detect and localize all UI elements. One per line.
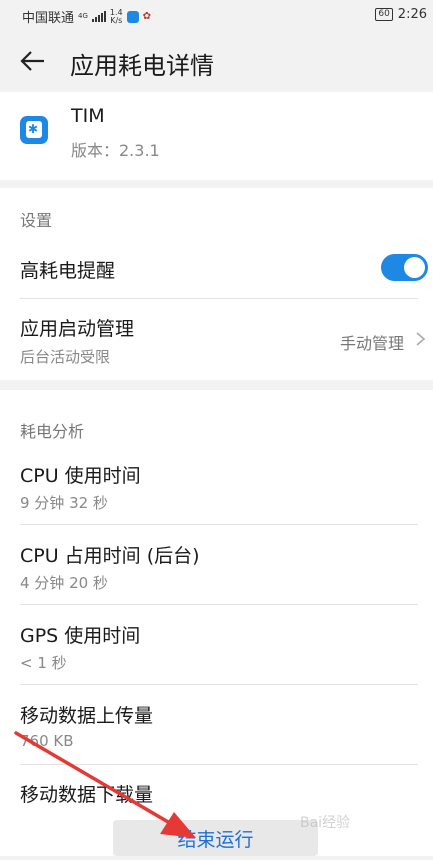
launch-management-value: 手动管理 [339, 334, 404, 353]
network-type: 4G [78, 12, 88, 20]
page-title: 应用耗电详情 [70, 52, 214, 80]
tim-app-icon: ✱ [20, 116, 48, 144]
watermark: Bai经验 [300, 815, 351, 831]
divider [20, 684, 418, 685]
clock: 2:26 [397, 7, 427, 22]
notification-icon: ✿ [142, 11, 152, 22]
notification-app-icon [126, 10, 139, 23]
upload-value: 760 KB [20, 732, 74, 750]
high-power-alert-toggle[interactable] [381, 254, 428, 281]
app-version: 版本：2.3.1 [71, 141, 160, 160]
app-name: TIM [71, 105, 105, 127]
network-speed: 1.4 K/s [109, 7, 123, 25]
carrier-label: 中国联通 [22, 11, 75, 26]
app-info-card: ✱ [0, 92, 433, 180]
gps-time-value: < 1 秒 [20, 654, 67, 672]
launch-management-label: 应用启动管理 [20, 318, 135, 340]
cpu-background-time-value: 4 分钟 20 秒 [20, 574, 108, 592]
high-power-alert-label: 高耗电提醒 [20, 260, 116, 282]
end-running-button[interactable]: 结束运行 [113, 820, 318, 856]
chevron-right-icon [416, 332, 426, 346]
back-button[interactable] [16, 46, 52, 76]
cpu-background-time-label: CPU 占用时间 (后台) [20, 545, 200, 567]
divider [20, 764, 418, 765]
signal-icon [91, 11, 106, 22]
battery-icon: 60 [375, 8, 393, 21]
gps-time-label: GPS 使用时间 [20, 625, 141, 647]
divider [20, 524, 418, 525]
cpu-time-value: 9 分钟 32 秒 [20, 494, 108, 512]
toggle-knob [404, 257, 425, 278]
back-arrow-icon [20, 51, 44, 71]
settings-section-title: 设置 [20, 211, 53, 230]
upload-label: 移动数据上传量 [20, 705, 154, 727]
divider [20, 604, 418, 605]
status-bar: 中国联通 4G 1.4 K/s ✿ 60 2:26 [0, 0, 433, 30]
app-bar: 应用耗电详情 [0, 30, 433, 92]
launch-management-subtitle: 后台活动受限 [20, 348, 111, 366]
cpu-time-label: CPU 使用时间 [20, 465, 141, 487]
analysis-section-title: 耗电分析 [20, 422, 85, 441]
download-label: 移动数据下载量 [20, 784, 154, 806]
